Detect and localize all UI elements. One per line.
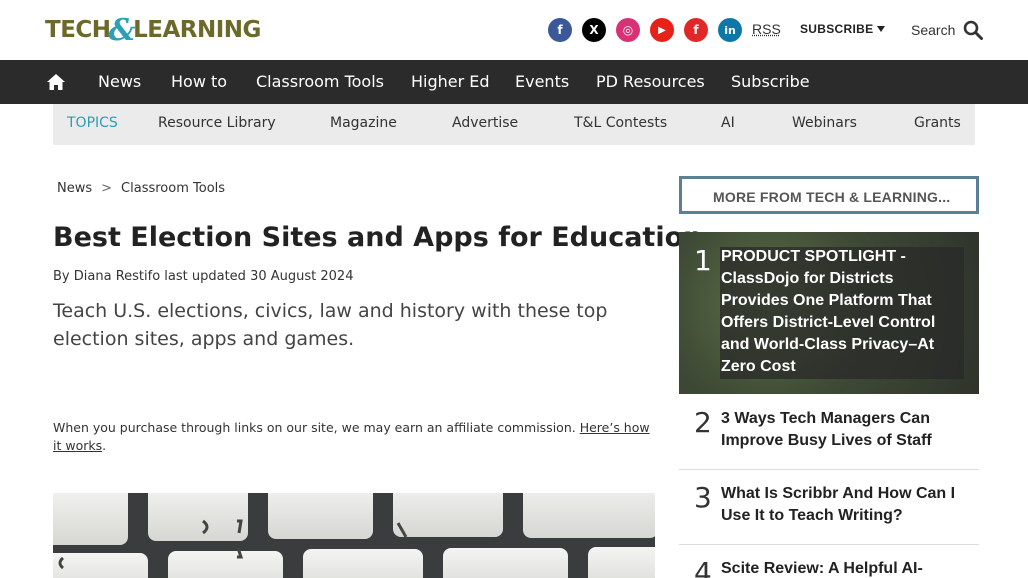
sidebar-item-rank: 3 — [694, 481, 712, 514]
youtube-icon[interactable]: ▶ — [650, 18, 674, 42]
sidebar-item-headline[interactable]: Scite Review: A Helpful AI- — [721, 558, 966, 578]
topic-advertise[interactable]: Advertise — [452, 115, 518, 131]
nav-item-subscribe[interactable]: Subscribe — [731, 72, 810, 91]
affiliate-text: When you purchase through links on our s… — [53, 420, 576, 435]
author-name[interactable]: Diana Restifo — [74, 269, 160, 284]
topics-label: TOPICS — [67, 115, 118, 131]
subscribe-dropdown[interactable]: SUBSCRIBE — [800, 22, 886, 36]
breadcrumb-separator: > — [101, 181, 113, 196]
byline-prefix: By — [53, 269, 70, 284]
nav-item-pd-resources[interactable]: PD Resources — [596, 72, 705, 91]
breadcrumb-classroom-tools[interactable]: Classroom Tools — [121, 181, 225, 196]
hero-image-keyboard — [53, 493, 655, 578]
subscribe-label: SUBSCRIBE — [800, 22, 874, 36]
topic-ai[interactable]: AI — [721, 115, 735, 131]
topic-grants[interactable]: Grants — [914, 115, 961, 131]
search-label: Search — [911, 22, 956, 38]
home-icon[interactable] — [46, 72, 66, 92]
article-deck: Teach U.S. elections, civics, law and hi… — [53, 300, 608, 350]
publish-date: 30 August 2024 — [250, 269, 354, 284]
sidebar-list-item[interactable]: 2 3 Ways Tech Managers Can Improve Busy … — [679, 396, 979, 470]
site-logo[interactable]: TECH & LEARNING — [45, 12, 261, 48]
main-nav: News How to Classroom Tools Higher Ed Ev… — [0, 60, 1028, 104]
nav-item-news[interactable]: News — [98, 72, 141, 91]
more-from-heading-box: MORE FROM TECH & LEARNING... — [679, 176, 979, 214]
rss-link[interactable]: RSS — [752, 21, 781, 37]
logo-ampersand: & — [108, 12, 136, 48]
linkedin-icon[interactable]: in — [718, 18, 742, 42]
social-links: f X ◎ ▶ f in — [548, 18, 742, 42]
breadcrumb: News > Classroom Tools — [57, 181, 225, 196]
breadcrumb-news[interactable]: News — [57, 181, 92, 196]
featured-rank: 1 — [694, 244, 712, 277]
affiliate-period: . — [102, 438, 107, 453]
featured-headline-link[interactable]: PRODUCT SPOTLIGHT - ClassDojo for Distri… — [721, 246, 961, 378]
byline-updated-label: last updated — [164, 269, 246, 284]
sidebar-item-rank: 4 — [694, 556, 712, 578]
sidebar-item-headline[interactable]: What Is Scribbr And How Can I Use It to … — [721, 483, 966, 527]
search-button[interactable]: Search — [911, 20, 984, 40]
caret-down-icon — [877, 26, 886, 32]
more-from-heading: MORE FROM TECH & LEARNING... — [713, 189, 951, 205]
keyboard-illustration — [53, 493, 655, 578]
topics-bar: TOPICS Resource Library Magazine Adverti… — [53, 104, 975, 145]
x-twitter-icon[interactable]: X — [582, 18, 606, 42]
topic-tl-contests[interactable]: T&L Contests — [574, 115, 667, 131]
sidebar-item-headline[interactable]: 3 Ways Tech Managers Can Improve Busy Li… — [721, 408, 966, 452]
nav-item-how-to[interactable]: How to — [171, 72, 227, 91]
nav-item-higher-ed[interactable]: Higher Ed — [411, 72, 490, 91]
site-header: TECH & LEARNING f X ◎ ▶ f in RSS SUBSCRI… — [0, 0, 1028, 60]
nav-item-events[interactable]: Events — [515, 72, 569, 91]
search-icon — [964, 20, 984, 40]
byline: By Diana Restifo last updated 30 August … — [53, 269, 353, 284]
affiliate-disclosure: When you purchase through links on our s… — [53, 419, 653, 455]
flipboard-icon[interactable]: f — [684, 18, 708, 42]
topic-magazine[interactable]: Magazine — [330, 115, 397, 131]
sidebar-item-rank: 2 — [694, 406, 712, 439]
instagram-icon[interactable]: ◎ — [616, 18, 640, 42]
logo-part-learning: LEARNING — [133, 17, 261, 43]
facebook-icon[interactable]: f — [548, 18, 572, 42]
logo-part-tech: TECH — [45, 17, 111, 43]
topic-resource-library[interactable]: Resource Library — [158, 115, 276, 131]
article-title: Best Election Sites and Apps for Educati… — [53, 222, 703, 253]
nav-item-classroom-tools[interactable]: Classroom Tools — [256, 72, 384, 91]
sidebar-list-item[interactable]: 4 Scite Review: A Helpful AI- — [679, 546, 979, 578]
sidebar-list-item[interactable]: 3 What Is Scribbr And How Can I Use It t… — [679, 471, 979, 545]
topic-webinars[interactable]: Webinars — [792, 115, 857, 131]
